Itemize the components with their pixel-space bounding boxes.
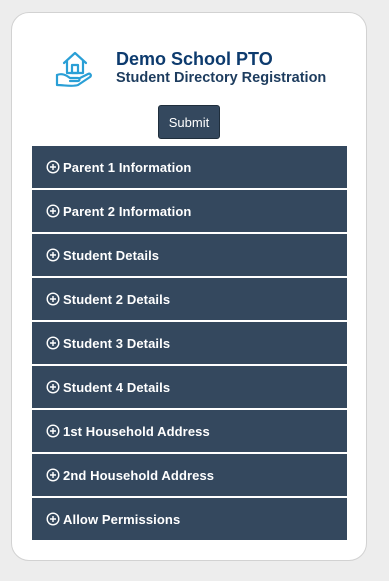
house-in-hand-icon — [55, 51, 92, 87]
section-2nd-household-address[interactable]: 2nd Household Address — [32, 454, 347, 496]
plus-circle-icon — [46, 204, 60, 218]
plus-circle-icon — [46, 160, 60, 174]
section-label: Student 4 Details — [63, 379, 171, 395]
organization-title: Demo School PTO — [116, 49, 273, 69]
registration-card: Demo School PTO Student Directory Regist… — [11, 12, 367, 561]
section-1st-household-address[interactable]: 1st Household Address — [32, 410, 347, 452]
plus-circle-icon — [46, 468, 60, 482]
form-subtitle: Student Directory Registration — [116, 70, 327, 86]
plus-circle-icon — [46, 424, 60, 438]
plus-circle-icon — [46, 512, 60, 526]
section-label: Parent 1 Information — [63, 159, 192, 175]
section-allow-permissions[interactable]: Allow Permissions — [32, 498, 347, 540]
section-student-2-details[interactable]: Student 2 Details — [32, 278, 347, 320]
section-label: 2nd Household Address — [63, 467, 215, 483]
section-parent-1-information[interactable]: Parent 1 Information — [32, 146, 347, 188]
section-parent-2-information[interactable]: Parent 2 Information — [32, 190, 347, 232]
accordion-sections: Parent 1 Information Parent 2 Informatio… — [32, 146, 347, 540]
section-student-3-details[interactable]: Student 3 Details — [32, 322, 347, 364]
section-label: Student 3 Details — [63, 335, 171, 351]
section-student-4-details[interactable]: Student 4 Details — [32, 366, 347, 408]
plus-circle-icon — [46, 292, 60, 306]
section-label: Allow Permissions — [63, 511, 181, 527]
plus-circle-icon — [46, 380, 60, 394]
section-label: 1st Household Address — [63, 423, 210, 439]
section-label: Student Details — [63, 247, 160, 263]
section-student-details[interactable]: Student Details — [32, 234, 347, 276]
section-label: Parent 2 Information — [63, 203, 192, 219]
plus-circle-icon — [46, 248, 60, 262]
submit-button[interactable]: Submit — [158, 105, 220, 139]
plus-circle-icon — [46, 336, 60, 350]
section-label: Student 2 Details — [63, 291, 171, 307]
